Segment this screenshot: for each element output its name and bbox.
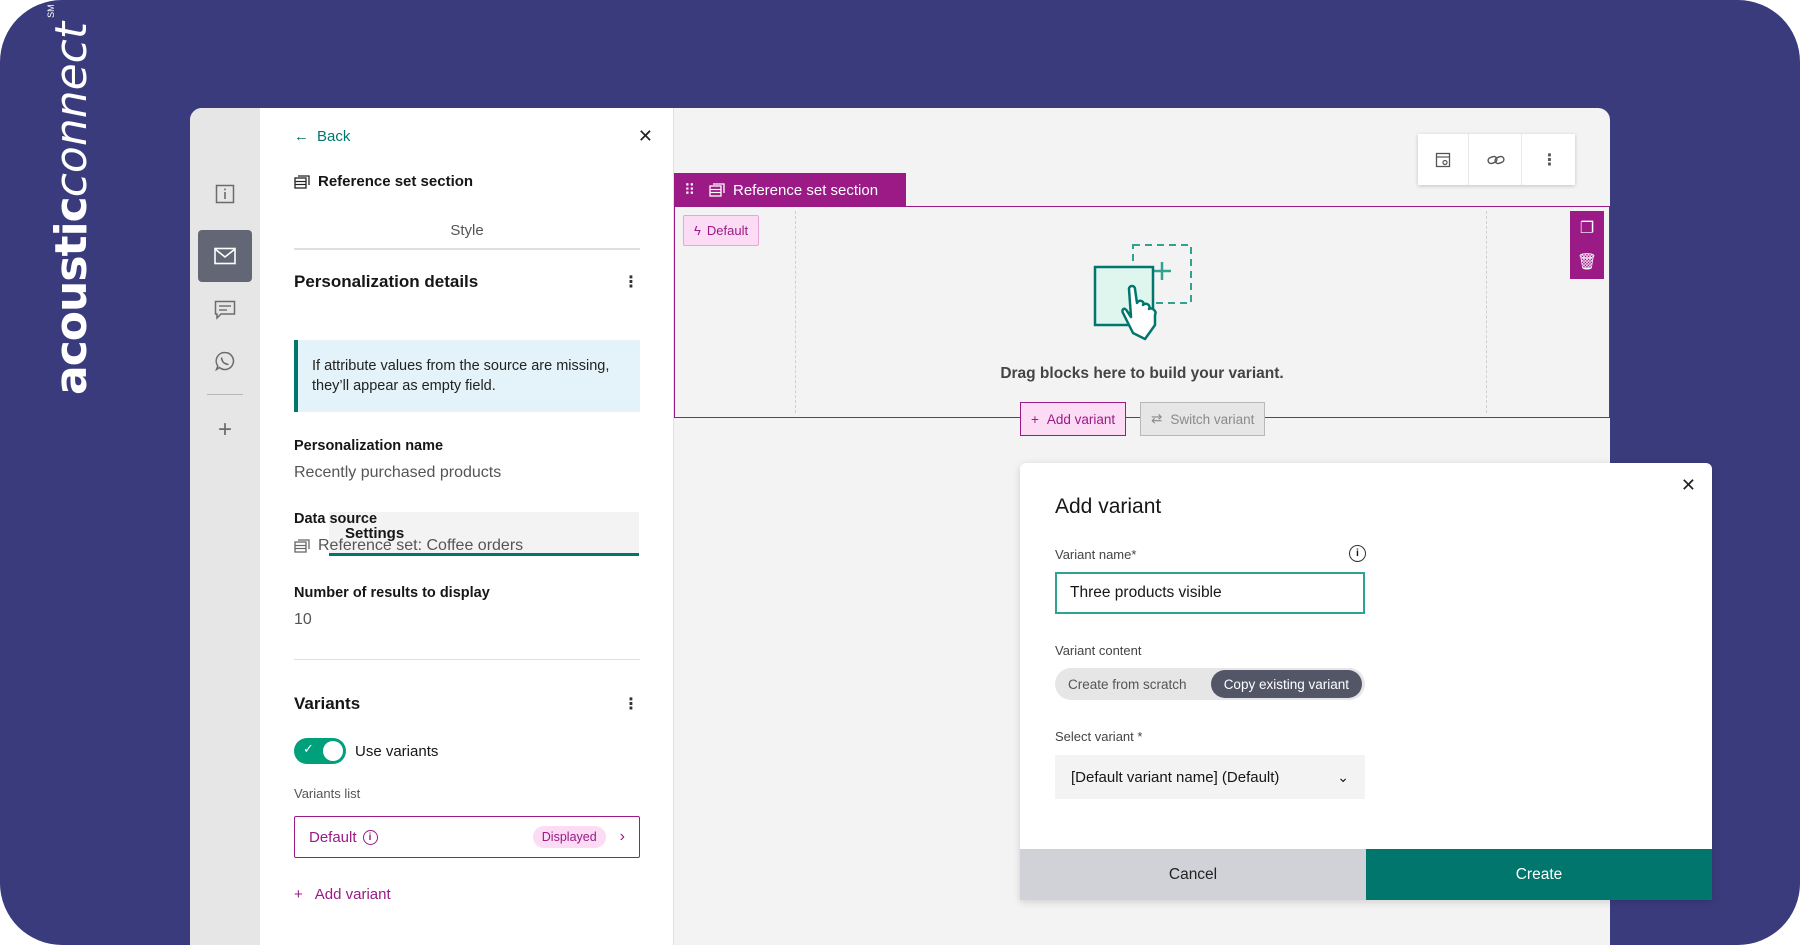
preview-icon[interactable]	[1418, 134, 1469, 185]
add-variant-modal: Add variant ✕ Variant name* i Variant co…	[1020, 463, 1712, 900]
info-icon[interactable]	[198, 168, 252, 220]
add-variant-button[interactable]: + Add variant	[1020, 402, 1127, 436]
select-variant-value: [Default variant name] (Default)	[1071, 768, 1280, 786]
check-icon: ✓	[303, 741, 314, 756]
whatsapp-icon[interactable]	[198, 335, 252, 387]
back-label: Back	[317, 128, 351, 145]
personalization-menu-icon[interactable]: ⋮	[623, 272, 639, 292]
section-tab[interactable]: ⠿ Reference set section	[674, 173, 906, 207]
section-tab-label: Reference set section	[733, 181, 879, 199]
plus-icon[interactable]: +	[198, 404, 252, 456]
use-variants-label: Use variants	[355, 743, 439, 760]
plus-icon: +	[294, 886, 303, 903]
close-icon[interactable]: ✕	[638, 126, 653, 147]
option-copy-existing[interactable]: Copy existing variant	[1210, 670, 1362, 698]
info-icon[interactable]: i	[1349, 545, 1366, 562]
switch-variant-label: Switch variant	[1170, 411, 1255, 427]
section-divider	[294, 659, 640, 660]
drag-instruction: Drag blocks here to build your variant.	[1000, 365, 1284, 382]
panel-title-text: Reference set section	[318, 173, 474, 190]
data-source-text: Reference set: Coffee orders	[318, 537, 524, 554]
select-variant-label: Select variant *	[1055, 729, 1143, 744]
plus-icon: +	[1031, 411, 1039, 427]
rail-divider	[207, 394, 243, 395]
switch-variant-button[interactable]: ⇄ Switch variant	[1140, 402, 1266, 436]
tab-style[interactable]: Style	[294, 220, 640, 248]
chevron-right-icon: ›	[619, 828, 625, 845]
link-icon[interactable]	[1471, 134, 1522, 185]
variants-heading: Variants	[294, 694, 361, 713]
add-variant-label: Add variant	[314, 886, 391, 903]
panel-tabs: Settings Style	[294, 220, 640, 556]
swap-icon: ⇄	[1151, 411, 1163, 426]
variant-name-label: Variant name*	[1055, 547, 1137, 562]
cancel-button[interactable]: Cancel	[1020, 849, 1366, 900]
left-rail: +	[190, 108, 260, 945]
add-variant-button-label: Add variant	[1046, 411, 1116, 427]
drag-blocks-illustration	[1093, 244, 1192, 341]
modal-footer: Cancel Create	[1020, 849, 1712, 900]
use-variants-toggle[interactable]: ✓	[294, 738, 346, 764]
variant-content-label: Variant content	[1055, 643, 1142, 658]
select-variant-dropdown[interactable]: [Default variant name] (Default) ⌄	[1055, 755, 1365, 799]
reference-set-icon	[294, 539, 310, 553]
data-source-value: Reference set: Coffee orders	[294, 537, 523, 555]
chat-icon[interactable]	[198, 284, 252, 336]
variants-menu-icon[interactable]: ⋮	[623, 694, 639, 714]
more-icon[interactable]: ⋮	[1524, 134, 1575, 185]
drag-handle-icon[interactable]: ⠿	[684, 181, 695, 199]
panel-title: Reference set section	[294, 173, 473, 190]
personalization-heading: Personalization details	[294, 272, 479, 291]
mail-icon[interactable]	[198, 230, 252, 282]
arrow-left-icon: ←	[294, 128, 309, 145]
lightning-icon: ϟ	[694, 223, 701, 238]
brand-logo: acousticconnect SM	[46, 4, 106, 395]
modal-title: Add variant	[1055, 495, 1162, 518]
personalization-name-value: Recently purchased products	[294, 464, 502, 481]
create-button[interactable]: Create	[1366, 849, 1712, 900]
reference-set-icon	[709, 183, 725, 197]
reference-set-icon	[294, 174, 310, 189]
variant-content-switcher: Create from scratch Copy existing varian…	[1055, 668, 1365, 700]
brand-mark: SM	[46, 4, 56, 18]
info-note: If attribute values from the source are …	[294, 340, 640, 412]
duplicate-icon[interactable]: ❐	[1580, 218, 1594, 238]
data-source-label: Data source	[294, 511, 378, 527]
brand-bold: acoustic	[46, 197, 97, 395]
brand-light: connect	[46, 21, 97, 198]
displayed-badge: Displayed	[532, 826, 606, 848]
back-link[interactable]: ← Back	[294, 128, 350, 145]
canvas-toolbar: ⋮	[1418, 134, 1575, 185]
trash-icon[interactable]: 🗑	[1577, 252, 1597, 272]
variant-name-input[interactable]	[1055, 572, 1365, 614]
toggle-knob	[323, 741, 343, 761]
results-value: 10	[294, 611, 312, 628]
settings-panel: ← Back ✕ Reference set section Settings S…	[260, 108, 674, 945]
option-create-from-scratch[interactable]: Create from scratch	[1058, 677, 1197, 692]
personalization-name-label: Personalization name	[294, 438, 444, 454]
reference-set-section[interactable]: ϟ Default Drag blocks here to build your …	[674, 206, 1610, 418]
add-variant-link[interactable]: + Add variant	[294, 886, 391, 903]
close-icon[interactable]: ✕	[1681, 475, 1696, 496]
variant-item-name: Default	[309, 828, 357, 846]
default-variant-label: Default	[706, 223, 749, 238]
chevron-down-icon: ⌄	[1337, 768, 1349, 785]
section-controls: ❐ 🗑	[1570, 211, 1604, 279]
results-label: Number of results to display	[294, 585, 490, 601]
default-variant-button[interactable]: ϟ Default	[683, 215, 760, 246]
variants-list-label: Variants list	[294, 786, 361, 801]
background-frame: acousticconnectSM + ← Back ✕ Reference s…	[0, 0, 1800, 945]
info-icon[interactable]: i	[362, 829, 378, 845]
variant-item-default[interactable]: Default i Displayed ›	[294, 816, 640, 858]
